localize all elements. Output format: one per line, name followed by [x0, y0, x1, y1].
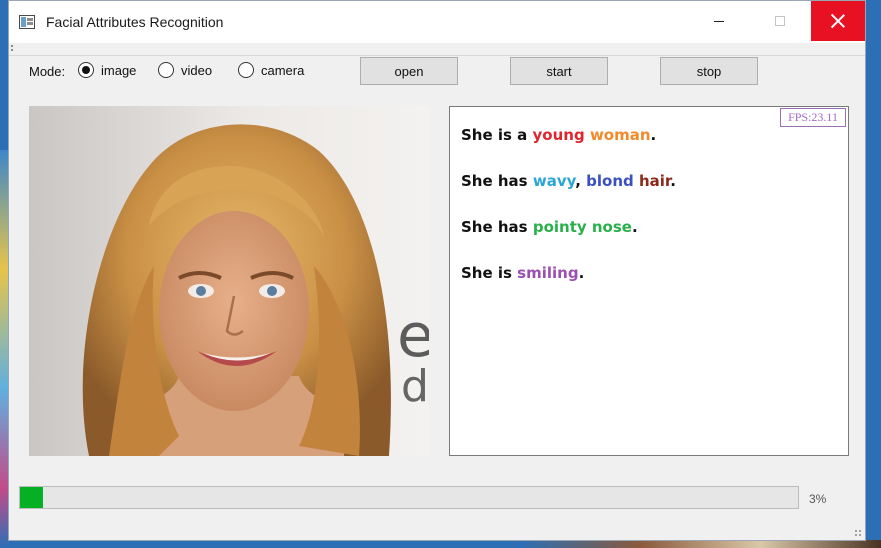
mode-label: Mode: [29, 64, 66, 79]
fps-label: FPS:23.11 [780, 108, 846, 127]
close-icon [831, 14, 845, 28]
line-text: , [575, 172, 587, 190]
line-text: . [631, 218, 638, 236]
line-text: She has [461, 218, 533, 236]
radio-circle-camera[interactable] [238, 62, 254, 78]
line-text: She is [461, 264, 518, 282]
mode-radio-video-label: video [181, 62, 213, 78]
window-title: Facial Attributes Recognition [46, 14, 224, 30]
open-button[interactable]: open [360, 57, 458, 85]
face-photo: e d [29, 106, 429, 456]
mode-radio-camera[interactable]: camera [238, 62, 304, 78]
toolbar-grip-strip [9, 43, 865, 56]
start-button[interactable]: start [510, 57, 608, 85]
maximize-icon [775, 16, 785, 26]
attributes-result-panel: FPS:23.11 She is a young woman. She has … [449, 106, 849, 456]
mode-radio-video[interactable]: video [158, 62, 212, 78]
stop-button[interactable]: stop [660, 57, 758, 85]
line-text: . [650, 126, 657, 144]
attribute-hair: hair [638, 172, 671, 190]
progress-bar-fill [20, 487, 44, 508]
app-window-icon [19, 15, 35, 29]
close-button[interactable] [811, 1, 865, 41]
progress-bar [19, 486, 799, 509]
desktop-background-bottom [520, 540, 881, 548]
attribute-pointy-nose: pointy nose [532, 218, 632, 236]
attribute-blond: blond [586, 172, 634, 190]
minimize-icon [714, 20, 724, 22]
progress-percent: 3% [809, 492, 827, 506]
app-window: Facial Attributes Recognition Mode: imag… [8, 0, 866, 541]
resize-grip-icon[interactable] [854, 529, 862, 537]
attribute-young: young [532, 126, 585, 144]
line-text: . [670, 172, 676, 190]
title-bar[interactable]: Facial Attributes Recognition [9, 1, 865, 43]
grip-icon [11, 45, 13, 47]
result-line-age-gender: She is a young woman. [461, 126, 656, 144]
mode-radio-image[interactable]: image [78, 62, 136, 78]
line-text: She has [461, 172, 533, 190]
line-text: . [578, 264, 585, 282]
radio-circle-image[interactable] [78, 62, 94, 78]
line-text: She is a [461, 126, 533, 144]
attribute-smiling: smiling [517, 264, 579, 282]
desktop-background-left [0, 150, 8, 548]
result-line-nose: She has pointy nose. [461, 218, 638, 236]
maximize-button[interactable] [757, 1, 803, 41]
result-line-hair: She has wavy, blond hair. [461, 172, 676, 190]
minimize-button[interactable] [696, 1, 742, 41]
mode-radio-camera-label: camera [261, 62, 305, 78]
attribute-woman: woman [589, 126, 651, 144]
radio-circle-video[interactable] [158, 62, 174, 78]
face-image-display: e d [29, 106, 429, 456]
attribute-wavy: wavy [532, 172, 576, 190]
mode-radio-image-label: image [101, 62, 137, 78]
result-line-expression: She is smiling. [461, 264, 584, 282]
svg-text:d: d [401, 361, 429, 412]
